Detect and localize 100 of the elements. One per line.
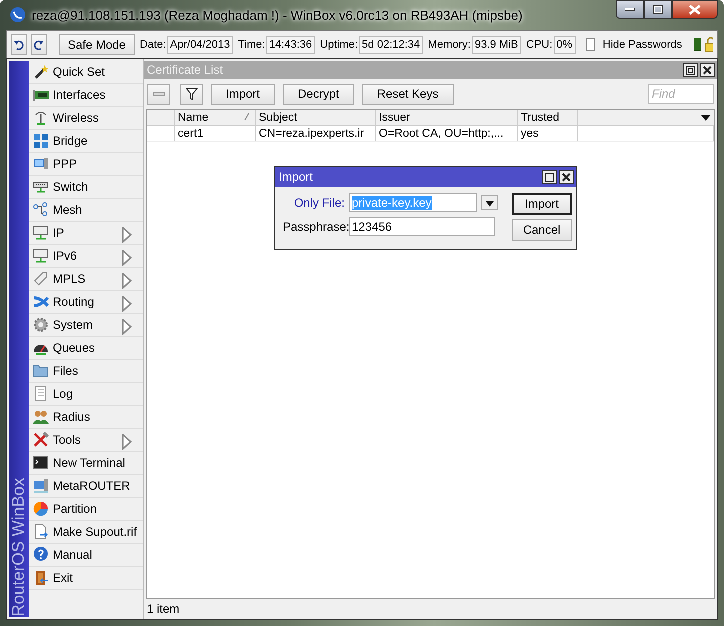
crossed-arrows-icon xyxy=(33,294,49,310)
menu-item[interactable]: Radius xyxy=(29,406,143,429)
search-field[interactable]: Find xyxy=(648,84,714,104)
remove-button[interactable] xyxy=(147,84,170,104)
checkbox[interactable] xyxy=(586,38,595,51)
menu-item[interactable]: Make Supout.rif xyxy=(29,521,143,544)
computer-icon xyxy=(33,478,49,494)
dialog-title: Import xyxy=(279,170,314,184)
document-icon xyxy=(33,386,49,402)
dropdown-button[interactable] xyxy=(481,195,498,210)
network-card-icon xyxy=(33,87,49,103)
tag-icon xyxy=(33,271,49,287)
nodes-icon xyxy=(33,202,49,218)
dialog-button[interactable]: Cancel xyxy=(512,219,572,241)
menu-item[interactable]: MetaROUTER xyxy=(29,475,143,498)
menu-item[interactable]: Tools xyxy=(29,429,143,452)
menu-item[interactable]: Exit xyxy=(29,567,143,590)
monitor-icon xyxy=(33,156,49,172)
dialog-button[interactable]: Import xyxy=(512,193,572,215)
restore-icon xyxy=(686,66,695,74)
filter-button[interactable] xyxy=(180,84,203,104)
people-icon xyxy=(33,409,49,425)
lock-icon xyxy=(705,37,713,52)
stat-label: Date: xyxy=(140,38,166,50)
maximize-icon xyxy=(653,5,663,14)
menu-item[interactable]: PPP xyxy=(29,153,143,176)
menu-item[interactable]: Files xyxy=(29,360,143,383)
menu-item[interactable]: IPv6 xyxy=(29,245,143,268)
maximize-button[interactable] xyxy=(644,0,672,19)
ip-box-icon xyxy=(33,248,49,264)
restore-button[interactable] xyxy=(683,63,698,77)
dropdown-arrow-icon[interactable] xyxy=(701,114,711,120)
toolbar-button[interactable]: Import xyxy=(211,84,276,104)
redo-button[interactable] xyxy=(30,34,47,55)
minimize-icon xyxy=(625,8,635,12)
gear-icon xyxy=(33,317,49,333)
menu-item[interactable]: Manual xyxy=(29,544,143,567)
antenna-icon xyxy=(33,110,49,126)
document-icon xyxy=(33,524,49,540)
terminal-icon xyxy=(33,455,49,471)
brand-label: RouterOS WinBox xyxy=(9,477,29,617)
menu-item[interactable]: Quick Set xyxy=(29,61,143,84)
undo-button[interactable] xyxy=(11,34,27,55)
close-button[interactable] xyxy=(559,170,574,184)
door-icon xyxy=(33,570,49,586)
maximize-button[interactable] xyxy=(542,170,557,184)
dropdown-arrow-icon xyxy=(486,198,494,206)
toolbar-button[interactable]: Decrypt xyxy=(283,84,354,104)
close-icon xyxy=(562,172,571,182)
filter-icon xyxy=(186,88,198,100)
status-text: 1 item xyxy=(147,602,180,616)
pie-chart-icon xyxy=(33,501,49,517)
stat-value: 0% xyxy=(554,36,576,54)
wand-icon xyxy=(33,64,49,80)
menu-item[interactable]: Partition xyxy=(29,498,143,521)
stat-label: Uptime: xyxy=(320,38,358,50)
checkbox-label: Hide Passwords xyxy=(602,38,682,50)
undo-icon xyxy=(12,38,25,50)
ip-box-icon xyxy=(33,225,49,241)
menu-item[interactable]: Log xyxy=(29,383,143,406)
field-label[interactable]: Only File: xyxy=(283,196,345,210)
minimize-button[interactable] xyxy=(616,0,644,19)
menu-item[interactable]: Queues xyxy=(29,337,143,360)
menu-item[interactable]: Routing xyxy=(29,291,143,314)
stat-value: 93.9 MiB xyxy=(472,36,522,54)
menu-item[interactable]: Bridge xyxy=(29,130,143,153)
stat-value: 5d 02:12:34 xyxy=(359,36,424,54)
menu-item[interactable]: IP xyxy=(29,222,143,245)
menu-item[interactable]: MPLS xyxy=(29,268,143,291)
input-field[interactable]: 123456 xyxy=(349,217,495,236)
menu-item[interactable]: System xyxy=(29,314,143,337)
maximize-icon xyxy=(545,172,554,182)
table-cell: yes xyxy=(518,126,578,141)
stat-label: Time: xyxy=(238,38,266,50)
table-cell: CN=reza.ipexperts.ir xyxy=(256,126,376,141)
stat-value: Apr/04/2013 xyxy=(167,36,234,54)
menu-item[interactable]: New Terminal xyxy=(29,452,143,475)
menu-item[interactable]: Switch xyxy=(29,176,143,199)
menu-item[interactable]: Mesh xyxy=(29,199,143,222)
stat-label: CPU: xyxy=(526,38,553,50)
panel-title: Certificate List xyxy=(147,63,224,77)
menu-item[interactable]: Interfaces xyxy=(29,84,143,107)
window-title: reza@91.108.151.193 (Reza Moghadam !) - WinBox v6.0rc13 on RB493AH (mipsbe) xyxy=(32,8,523,22)
column-header[interactable]: Name xyxy=(175,110,256,125)
column-header[interactable]: Subject xyxy=(256,110,376,125)
close-button[interactable] xyxy=(700,63,715,77)
stat-value: 14:43:36 xyxy=(266,36,316,54)
safe-mode-button[interactable]: Safe Mode xyxy=(58,34,135,55)
stat-label: Memory: xyxy=(428,38,471,50)
wrench-icon xyxy=(33,432,49,448)
menu-item[interactable]: Wireless xyxy=(29,107,143,130)
close-icon xyxy=(689,4,701,14)
close-button[interactable] xyxy=(672,0,718,19)
redo-icon xyxy=(32,38,45,50)
table-cell: cert1 xyxy=(175,126,256,141)
column-header[interactable]: Trusted xyxy=(518,110,578,125)
toolbar-button[interactable]: Reset Keys xyxy=(362,84,454,104)
question-icon xyxy=(33,547,49,563)
column-header[interactable]: Issuer xyxy=(376,110,518,125)
minus-icon xyxy=(152,92,164,96)
